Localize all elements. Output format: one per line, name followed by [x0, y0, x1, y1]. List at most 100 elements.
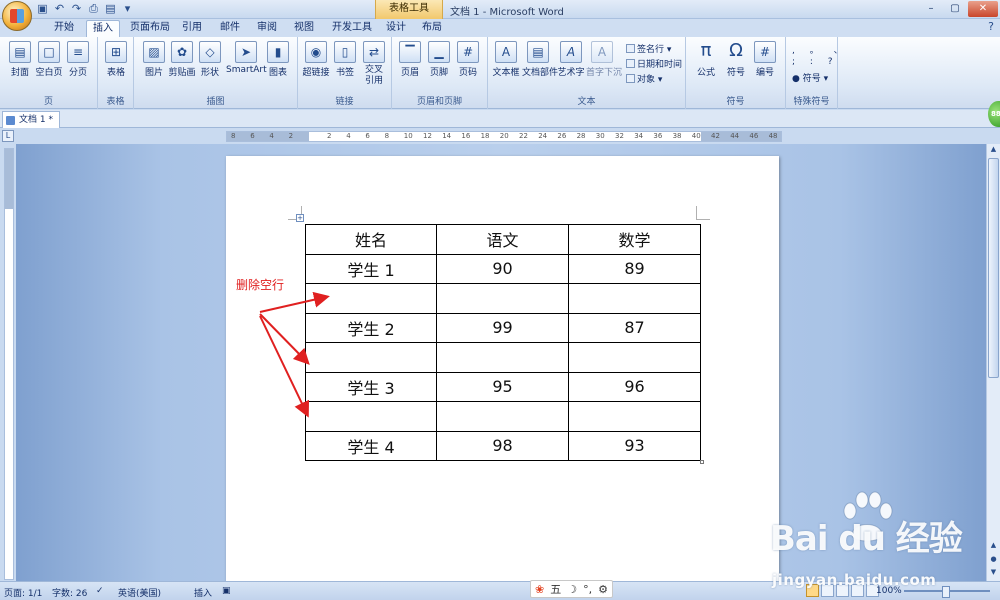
table-cell[interactable] [568, 401, 701, 432]
header-button[interactable]: ▔ 页眉 [394, 41, 426, 78]
scroll-thumb[interactable] [988, 158, 999, 378]
table-cell[interactable] [568, 283, 701, 314]
ruler-tick: 8 [384, 132, 390, 140]
page-count[interactable]: 页面: 1/1 [4, 586, 42, 599]
ime-mode[interactable]: 五 [550, 581, 561, 597]
hyperlink-button[interactable]: ◉ 超链接 [300, 41, 332, 78]
table-cell[interactable]: 98 [436, 430, 569, 461]
smartart-button[interactable]: ➤ SmartArt [226, 41, 267, 75]
group-header-footer: ▔ 页眉 ▁ 页脚 # 页码 页眉和页脚 [392, 37, 488, 109]
page-break-button[interactable]: ≡ 分页 [62, 41, 94, 78]
symbol-button[interactable]: Ω 符号 [720, 41, 752, 79]
special-symbol-row-2[interactable]: ; : ? [792, 57, 839, 67]
table-cell[interactable]: 学生 2 [305, 312, 437, 343]
tab-view[interactable]: 视图 [288, 20, 320, 37]
table-cell[interactable] [305, 283, 437, 314]
table-cell[interactable]: 数学 [568, 224, 701, 255]
horizontal-ruler[interactable]: 8 6 4 2 2 4 6 8 10 12 14 16 18 20 22 24 26 28 30 32 34 36 38 40… [226, 131, 782, 142]
close-button[interactable]: ✕ [968, 1, 998, 17]
cross-reference-button[interactable]: ⇄ 交叉引用 [358, 41, 390, 87]
signature-line-button[interactable]: 签名行 ▾ [626, 42, 671, 55]
table-cell[interactable]: 姓名 [305, 224, 437, 255]
table-cell[interactable]: 93 [568, 430, 701, 461]
table-cell[interactable] [436, 342, 569, 373]
save-icon[interactable]: ▣ [36, 2, 49, 15]
bookmark-button[interactable]: ▯ 书签 [329, 41, 361, 78]
table-cell[interactable]: 87 [568, 312, 701, 343]
table-cell[interactable]: 学生 3 [305, 371, 437, 402]
tab-developer[interactable]: 开发工具 [326, 20, 378, 37]
table-resize-handle[interactable] [700, 460, 704, 464]
settings-gear-icon[interactable]: ⚙ [598, 583, 608, 596]
cover-page-button[interactable]: ▤ 封面 [4, 41, 36, 78]
equation-button[interactable]: π 公式 [690, 41, 722, 79]
print-preview-icon[interactable]: ⎙ [87, 2, 100, 15]
tab-selector-icon[interactable]: L [2, 130, 14, 142]
help-icon[interactable]: ? [988, 20, 994, 33]
paw-icon[interactable]: ❀ [535, 583, 544, 596]
scroll-up-icon[interactable]: ▲ [988, 144, 999, 155]
redo-icon[interactable]: ↷ [70, 2, 83, 15]
office-button[interactable] [2, 1, 32, 31]
tab-mailings[interactable]: 邮件 [214, 20, 246, 37]
table-button[interactable]: ⊞ 表格 [100, 41, 132, 78]
table-cell[interactable] [305, 342, 437, 373]
tab-review[interactable]: 审阅 [251, 20, 283, 37]
minimize-button[interactable]: – [920, 1, 942, 17]
table-cell[interactable]: 89 [568, 253, 701, 284]
title-bar: ▣ ↶ ↷ ⎙ ▤ ▾ 表格工具 文档 1 - Microsoft Word –… [0, 0, 1000, 19]
tab-design[interactable]: 设计 [380, 20, 412, 37]
spelling-icon[interactable]: ✓ [96, 586, 104, 596]
undo-icon[interactable]: ↶ [53, 2, 66, 15]
quick-parts-button[interactable]: ▤ 文档部件 [522, 41, 558, 78]
shapes-icon: ◇ [199, 41, 221, 63]
macro-record-icon[interactable]: ▣ [222, 586, 231, 596]
table-cell[interactable]: 学生 4 [305, 430, 437, 461]
table-cell[interactable] [568, 342, 701, 373]
language[interactable]: 英语(美国) [118, 586, 161, 599]
tab-references[interactable]: 引用 [176, 20, 208, 37]
moon-icon[interactable]: ☽ [567, 583, 577, 596]
text-box-button[interactable]: A 文本框 [490, 41, 522, 78]
word-count[interactable]: 字数: 26 [52, 586, 87, 599]
punctuation-icon[interactable]: °, [583, 583, 592, 596]
footer-button[interactable]: ▁ 页脚 [423, 41, 455, 78]
blank-page-button[interactable]: □ 空白页 [33, 41, 65, 78]
table-cell[interactable] [436, 401, 569, 432]
special-symbol-dropdown[interactable]: ● 符号 ▾ [792, 71, 828, 84]
table-cell[interactable]: 95 [436, 371, 569, 402]
table-header-row: 姓名 语文 数学 [305, 224, 701, 255]
tab-page-layout[interactable]: 页面布局 [124, 20, 176, 37]
chart-button[interactable]: ▮ 图表 [262, 41, 294, 78]
numbering-button[interactable]: # 编号 [749, 41, 781, 78]
document-page[interactable]: + 姓名 语文 数学 学生 1 90 89 学生 2 99 87 学生 3 95… [226, 156, 779, 586]
table-cell[interactable]: 99 [436, 312, 569, 343]
page-number-button[interactable]: # 页码 [452, 41, 484, 78]
maximize-button[interactable]: ▢ [944, 1, 966, 17]
date-time-button[interactable]: 日期和时间 [626, 57, 682, 70]
table-cell[interactable]: 学生 1 [305, 253, 437, 284]
table-icon: ⊞ [105, 41, 127, 63]
tab-layout[interactable]: 布局 [416, 20, 448, 37]
ruler-tick: 40 [691, 132, 701, 140]
table-cell[interactable] [436, 283, 569, 314]
drop-cap-button[interactable]: A 首字下沉 [586, 41, 622, 78]
wordart-button[interactable]: A 艺术字 [555, 41, 587, 78]
insert-mode[interactable]: 插入 [194, 586, 212, 599]
tab-insert[interactable]: 插入 [86, 20, 120, 37]
shapes-button[interactable]: ◇ 形状 [194, 41, 226, 78]
grades-table[interactable]: 姓名 语文 数学 学生 1 90 89 学生 2 99 87 学生 3 95 9… [305, 224, 701, 461]
customize-qat-icon[interactable]: ▾ [121, 2, 134, 15]
table-move-handle-icon[interactable]: + [296, 214, 304, 222]
open-icon[interactable]: ▤ [104, 2, 117, 15]
special-symbol-row-1[interactable]: , 。 、 [792, 43, 849, 56]
table-cell[interactable]: 96 [568, 371, 701, 402]
tab-home[interactable]: 开始 [48, 20, 80, 37]
document-tab[interactable]: 文档 1 * [2, 111, 60, 128]
table-cell[interactable] [305, 401, 437, 432]
object-button[interactable]: 对象 ▾ [626, 72, 662, 85]
table-cell[interactable]: 语文 [436, 224, 569, 255]
table-cell[interactable]: 90 [436, 253, 569, 284]
ruler-tick: 4 [346, 132, 351, 140]
vertical-ruler[interactable] [4, 148, 14, 580]
